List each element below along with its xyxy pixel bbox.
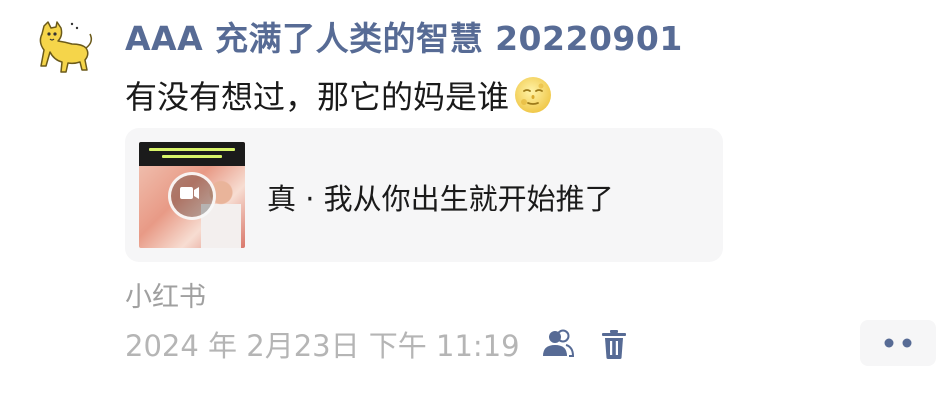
post-message: 有没有想过，那它的妈是谁: [125, 78, 510, 116]
full-moon-face-icon: [513, 75, 553, 115]
author-name[interactable]: AAA 充满了人类的智慧 20220901: [125, 12, 683, 60]
post-footer: 2024 年 2月23日 下午 11:19: [125, 324, 632, 364]
moments-post: AAA 充满了人类的智慧 20220901 有没有想过，那它的妈是谁 真 · 我…: [0, 0, 945, 411]
people-icon[interactable]: [540, 326, 576, 362]
video-camera-icon: [168, 172, 216, 220]
trash-icon[interactable]: [596, 326, 632, 362]
post-source[interactable]: 小红书: [125, 275, 206, 314]
post-text: 有没有想过，那它的妈是谁: [125, 72, 553, 118]
avatar[interactable]: [30, 20, 96, 76]
cat-avatar-icon: [39, 21, 93, 73]
link-card-title: 真 · 我从你出生就开始推了: [267, 182, 614, 216]
video-thumbnail: [139, 142, 245, 248]
more-button[interactable]: [860, 320, 936, 366]
link-card[interactable]: 真 · 我从你出生就开始推了: [125, 128, 723, 262]
more-dots-icon: [884, 338, 912, 348]
post-timestamp: 2024 年 2月23日 下午 11:19: [125, 329, 520, 363]
